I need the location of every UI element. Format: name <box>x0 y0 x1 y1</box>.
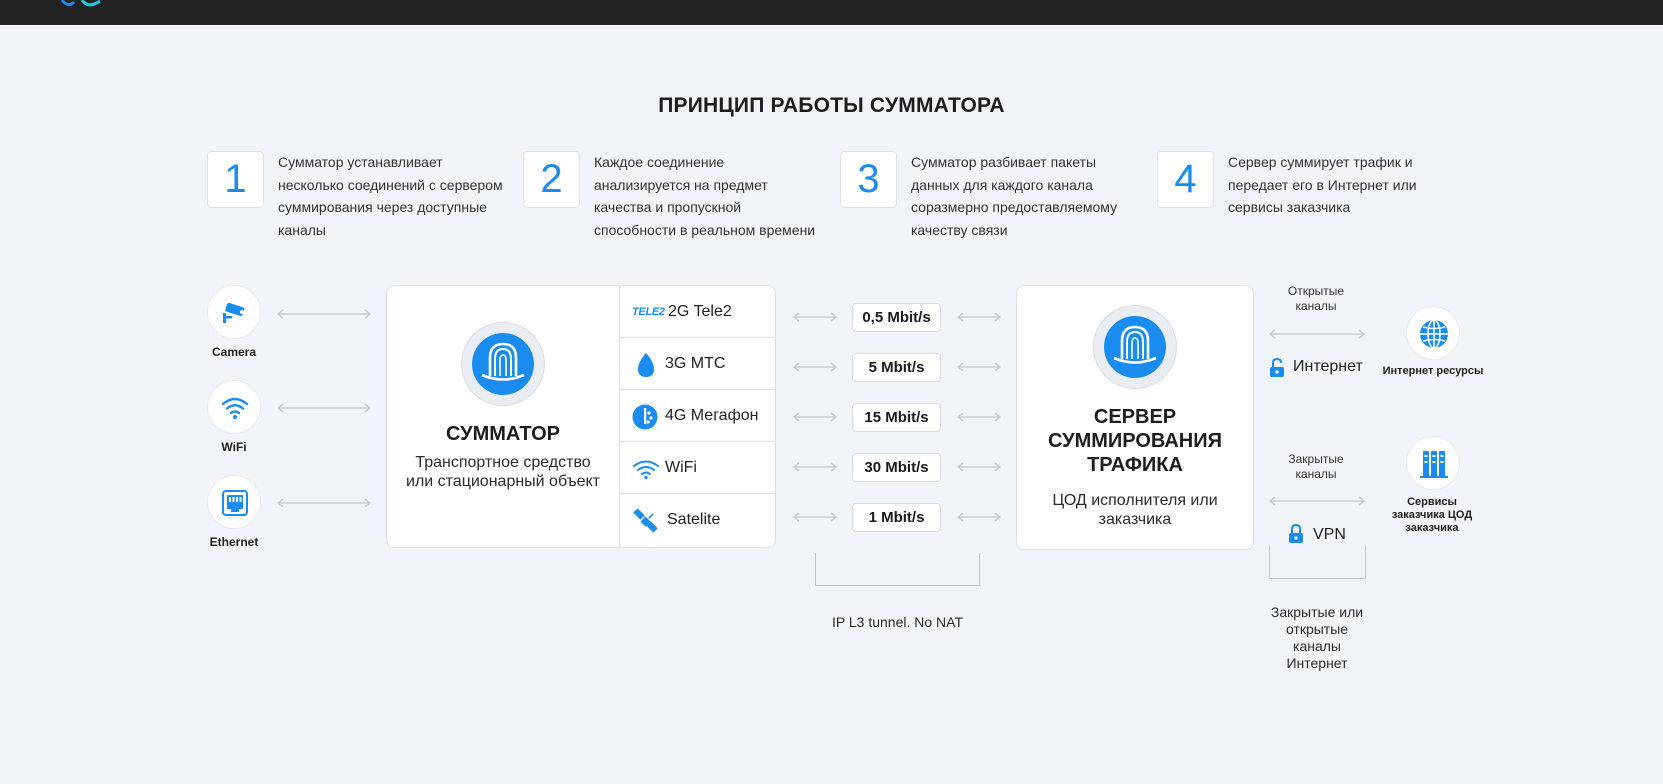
closed-channels-line-2: каналы <box>1295 467 1337 481</box>
double-arrow-icon <box>277 403 371 413</box>
camera-icon <box>223 302 245 323</box>
server-title-line-2: СУММИРОВАНИЯ <box>1047 430 1223 452</box>
logo-icon[interactable] <box>60 0 108 8</box>
double-arrow-icon <box>277 309 371 319</box>
speed-badge: 0,5 Mbit/s <box>852 303 941 332</box>
server-title-line-1: СЕРВЕР <box>1093 406 1177 428</box>
satellite-icon <box>633 508 658 533</box>
speed-badge: 30 Mbit/s <box>852 453 941 482</box>
wifi-device <box>207 380 261 434</box>
double-arrow-icon <box>957 462 1001 472</box>
open-channels-line-2: каналы <box>1295 299 1337 313</box>
channel-row: 3G МТС <box>620 338 776 390</box>
page-title: ПРИНЦИП РАБОТЫ СУММАТОРА <box>658 94 1005 117</box>
double-arrow-icon <box>957 362 1001 372</box>
double-arrow-icon <box>1269 329 1365 339</box>
double-arrow-icon <box>793 512 837 522</box>
globe-icon <box>1420 319 1448 349</box>
top-navigation-bar <box>0 0 1663 25</box>
footnote-line-1: Закрытые или <box>1270 604 1364 620</box>
channel-row: TELE2 2G Tele2 <box>620 286 776 338</box>
speed-badge: 15 Mbit/s <box>852 403 941 432</box>
double-arrow-icon <box>957 412 1001 422</box>
step-2-number: 2 <box>523 151 580 208</box>
step-2-text: Каждое соединение анализируется на предм… <box>594 154 816 238</box>
tele2-icon: TELE2 <box>632 306 665 318</box>
wifi-icon <box>633 460 659 480</box>
wifi-label: WiFi <box>221 440 247 454</box>
ethernet-icon <box>222 490 248 516</box>
server-rack-icon <box>1420 451 1448 478</box>
speed-badge: 5 Mbit/s <box>852 353 941 382</box>
closed-channel-label: VPN <box>1313 526 1346 543</box>
step-4-number: 4 <box>1157 151 1214 208</box>
footnote-line-3: каналы <box>1293 638 1341 654</box>
step-1-text: Сумматор устанавливает несколько соедине… <box>278 154 503 238</box>
lock-icon <box>1289 524 1303 543</box>
step-4-text: Сервер суммирует трафик и передает его в… <box>1228 154 1417 215</box>
footnote-line-2: открытые <box>1285 621 1349 637</box>
step-1-number: 1 <box>207 151 264 208</box>
double-arrow-icon <box>957 312 1001 322</box>
channel-label: 2G Tele2 <box>668 303 732 320</box>
channel-label: 4G Мегафон <box>665 407 759 424</box>
double-arrow-icon <box>793 412 837 422</box>
summator-title: СУММАТОР <box>445 423 560 445</box>
double-arrow-icon <box>957 512 1001 522</box>
speed-badge: 1 Mbit/s <box>852 503 941 532</box>
ethernet-label: Ethernet <box>209 535 259 549</box>
customer-services-line-2: заказчика ЦОД <box>1391 509 1473 521</box>
closed-channel-bracket <box>1269 546 1366 579</box>
tunnel-label: IP L3 tunnel. No NAT <box>832 614 963 630</box>
channel-row: Satelite <box>620 494 776 546</box>
server-subtitle-line-2: заказчика <box>1098 511 1172 528</box>
double-arrow-icon <box>793 312 837 322</box>
double-arrow-icon <box>277 498 371 508</box>
step-3-number: 3 <box>840 151 897 208</box>
customer-services-line-3: заказчика <box>1405 522 1459 534</box>
camera-label: Camera <box>211 345 257 359</box>
server-title-line-3: ТРАФИКА <box>1087 454 1183 476</box>
ethernet-device <box>207 475 261 529</box>
open-channel-label: Интернет <box>1293 358 1363 375</box>
megafon-icon <box>632 404 658 430</box>
tunnel-bracket <box>815 553 980 586</box>
summator-device-icon <box>472 333 534 395</box>
internet-resources-label: Интернет ресурсы <box>1382 365 1484 377</box>
double-arrow-icon <box>793 462 837 472</box>
internet-resources-circle <box>1406 306 1460 360</box>
step-3-text: Сумматор разбивает пакеты данных для каж… <box>911 154 1118 238</box>
channel-label: Satelite <box>667 511 721 528</box>
customer-services-line-1: Сервисы <box>1407 496 1457 508</box>
mts-egg-icon <box>638 353 654 377</box>
channel-label: 3G МТС <box>665 355 726 372</box>
double-arrow-icon <box>1269 496 1365 506</box>
unlock-icon <box>1270 358 1284 377</box>
double-arrow-icon <box>793 362 837 372</box>
server-device-icon <box>1104 316 1166 378</box>
channel-label: WiFi <box>665 459 697 476</box>
channel-row: WiFi <box>620 442 776 494</box>
footnote-line-4: Интернет <box>1286 655 1348 671</box>
customer-services-circle <box>1406 436 1460 490</box>
summator-subtitle-line-2: или стационарный объект <box>406 473 600 490</box>
camera-device <box>207 285 261 339</box>
open-channels-line-1: Открытые <box>1287 284 1345 298</box>
server-icon-circle <box>1093 305 1177 389</box>
summator-subtitle-line-1: Транспортное средство <box>415 454 591 471</box>
closed-channels-line-1: Закрытые <box>1288 452 1344 466</box>
channel-row: 4G Мегафон <box>620 390 776 442</box>
wifi-icon <box>221 397 249 419</box>
server-subtitle-line-1: ЦОД исполнителя или <box>1052 492 1218 509</box>
summator-icon-circle <box>461 322 545 406</box>
